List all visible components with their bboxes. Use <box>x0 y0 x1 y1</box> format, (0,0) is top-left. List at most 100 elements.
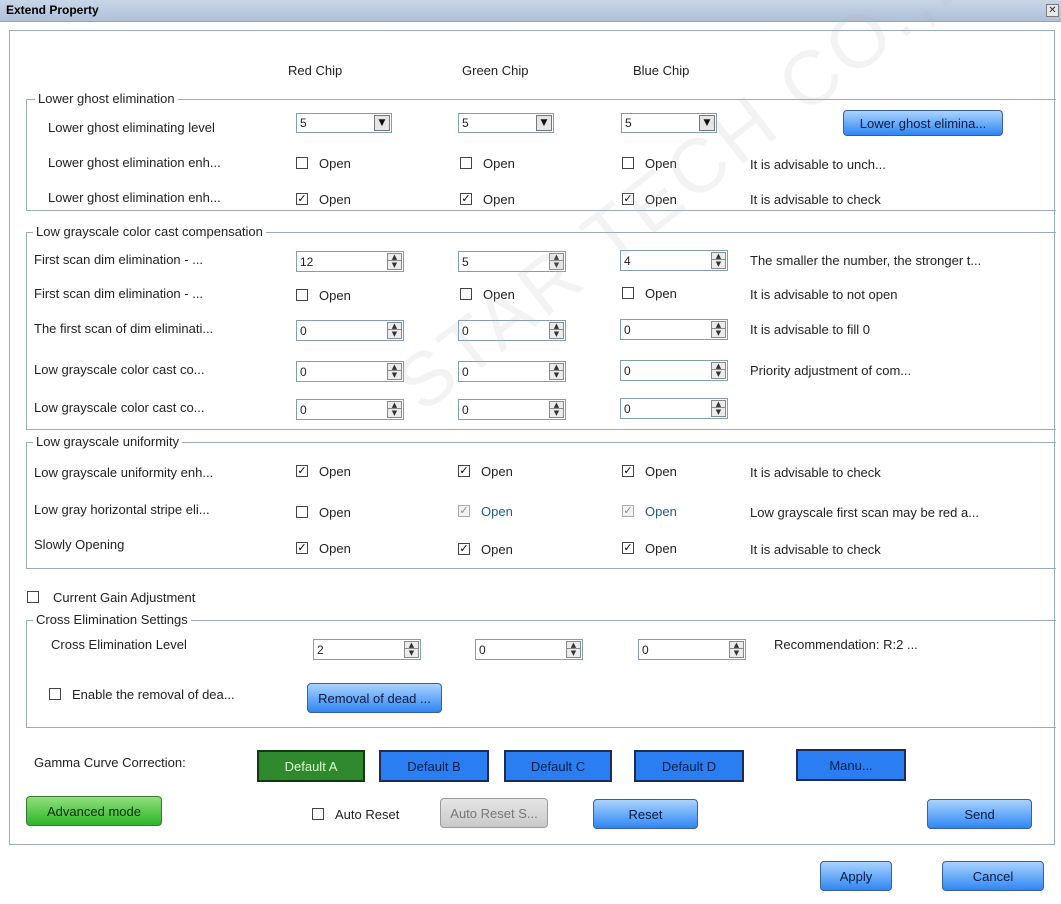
arrow-up-icon[interactable]: ▲ <box>712 401 725 408</box>
lower-ghost-enh1-green-checkbox[interactable]: Open <box>460 156 540 172</box>
compensation-row4-blue-spinbox[interactable]: 0 ▲ ▼ <box>620 360 728 381</box>
compensation-row3-red-spinbox[interactable]: 0 ▲ ▼ <box>296 320 404 341</box>
arrow-down-icon[interactable]: ▼ <box>712 371 725 378</box>
gamma-default-d-button[interactable]: Default D <box>634 750 744 782</box>
uniformity-row3-green-checkbox[interactable]: ✓ Open <box>458 542 538 558</box>
arrow-up-icon[interactable]: ▲ <box>730 642 743 649</box>
gamma-manu-button[interactable]: Manu... <box>796 749 906 781</box>
arrow-up-icon[interactable]: ▲ <box>712 322 725 329</box>
arrow-down-icon[interactable]: ▼ <box>712 330 725 337</box>
arrow-down-icon[interactable]: ▼ <box>712 409 725 416</box>
checkbox-box[interactable] <box>296 506 308 518</box>
arrow-down-icon[interactable]: ▼ <box>567 650 580 657</box>
arrow-down-icon[interactable]: ▼ <box>550 262 563 269</box>
uniformity-row3-red-checkbox[interactable]: ✓ Open <box>296 541 376 557</box>
arrow-up-icon[interactable]: ▲ <box>388 364 401 371</box>
arrow-down-icon[interactable]: ▼ <box>712 261 725 268</box>
checkbox-box[interactable] <box>296 289 308 301</box>
check-icon[interactable]: ✓ <box>458 465 470 477</box>
check-icon[interactable]: ✓ <box>296 193 308 205</box>
spin-buttons[interactable]: ▲ ▼ <box>404 641 419 658</box>
arrow-down-icon[interactable]: ▼ <box>388 372 401 379</box>
cross-level-green-spinbox[interactable]: 0 ▲ ▼ <box>475 639 583 660</box>
arrow-down-icon[interactable]: ▼ <box>388 262 401 269</box>
arrow-down-icon[interactable]: ▼ <box>550 410 563 417</box>
lower-ghost-level-blue-select[interactable]: 5 ▼ <box>621 113 717 133</box>
spin-buttons[interactable]: ▲ ▼ <box>549 253 564 270</box>
check-icon[interactable]: ✓ <box>622 542 634 554</box>
checkbox-box[interactable] <box>296 157 308 169</box>
cancel-button[interactable]: Cancel <box>942 861 1044 891</box>
spin-buttons[interactable]: ▲ ▼ <box>711 400 726 417</box>
lower-ghost-enh1-red-checkbox[interactable]: Open <box>296 156 376 172</box>
compensation-row5-red-spinbox[interactable]: 0 ▲ ▼ <box>296 399 404 420</box>
spin-buttons[interactable]: ▲ ▼ <box>387 401 402 418</box>
gamma-default-b-button[interactable]: Default B <box>379 750 489 782</box>
gamma-default-c-button[interactable]: Default C <box>504 750 612 782</box>
cross-level-red-spinbox[interactable]: 2 ▲ ▼ <box>313 639 421 660</box>
compensation-row2-green-checkbox[interactable]: Open <box>460 287 540 303</box>
spin-buttons[interactable]: ▲ ▼ <box>566 641 581 658</box>
spin-buttons[interactable]: ▲ ▼ <box>387 322 402 339</box>
compensation-row5-blue-spinbox[interactable]: 0 ▲ ▼ <box>620 398 728 419</box>
checkbox-box[interactable] <box>460 288 472 300</box>
compensation-row3-blue-spinbox[interactable]: 0 ▲ ▼ <box>620 319 728 340</box>
lower-ghost-level-red-select[interactable]: 5 ▼ <box>296 113 392 133</box>
uniformity-row2-red-checkbox[interactable]: Open <box>296 505 376 521</box>
arrow-up-icon[interactable]: ▲ <box>550 402 563 409</box>
check-icon[interactable]: ✓ <box>622 465 634 477</box>
arrow-up-icon[interactable]: ▲ <box>550 254 563 261</box>
spin-buttons[interactable]: ▲ ▼ <box>711 321 726 338</box>
uniformity-row1-green-checkbox[interactable]: ✓ Open <box>458 464 538 480</box>
arrow-up-icon[interactable]: ▲ <box>388 402 401 409</box>
lower-ghost-enh2-blue-checkbox[interactable]: ✓ Open <box>622 192 702 208</box>
checkbox-box[interactable] <box>27 591 39 603</box>
arrow-down-icon[interactable]: ▼ <box>405 650 418 657</box>
checkbox-box[interactable] <box>460 157 472 169</box>
apply-button[interactable]: Apply <box>820 861 892 891</box>
arrow-up-icon[interactable]: ▲ <box>405 642 418 649</box>
checkbox-box[interactable] <box>622 287 634 299</box>
compensation-row1-blue-spinbox[interactable]: 4 ▲ ▼ <box>620 250 728 271</box>
checkbox-box[interactable] <box>49 688 61 700</box>
arrow-up-icon[interactable]: ▲ <box>550 364 563 371</box>
arrow-down-icon[interactable]: ▼ <box>730 650 743 657</box>
compensation-row1-green-spinbox[interactable]: 5 ▲ ▼ <box>458 251 566 272</box>
checkbox-box[interactable] <box>622 157 634 169</box>
arrow-up-icon[interactable]: ▲ <box>550 323 563 330</box>
checkbox-box[interactable] <box>312 808 324 820</box>
arrow-up-icon[interactable]: ▲ <box>712 363 725 370</box>
lower-ghost-enh2-red-checkbox[interactable]: ✓ Open <box>296 192 376 208</box>
compensation-row4-green-spinbox[interactable]: 0 ▲ ▼ <box>458 361 566 382</box>
compensation-row3-green-spinbox[interactable]: 0 ▲ ▼ <box>458 320 566 341</box>
spin-buttons[interactable]: ▲ ▼ <box>549 322 564 339</box>
check-icon[interactable]: ✓ <box>296 465 308 477</box>
spin-buttons[interactable]: ▲ ▼ <box>387 253 402 270</box>
send-button[interactable]: Send <box>927 799 1032 829</box>
close-icon[interactable]: ✕ <box>1046 4 1059 17</box>
lower-ghost-enh2-green-checkbox[interactable]: ✓ Open <box>460 192 540 208</box>
compensation-row4-red-spinbox[interactable]: 0 ▲ ▼ <box>296 361 404 382</box>
lower-ghost-enh1-blue-checkbox[interactable]: Open <box>622 156 702 172</box>
chevron-down-icon[interactable]: ▼ <box>374 115 390 131</box>
spin-buttons[interactable]: ▲ ▼ <box>549 363 564 380</box>
current-gain-checkbox[interactable]: Current Gain Adjustment <box>27 590 247 606</box>
compensation-row2-blue-checkbox[interactable]: Open <box>622 286 702 302</box>
enable-dead-removal-checkbox[interactable]: Enable the removal of dea... <box>49 687 269 703</box>
arrow-up-icon[interactable]: ▲ <box>567 642 580 649</box>
arrow-down-icon[interactable]: ▼ <box>388 331 401 338</box>
gamma-default-a-button[interactable]: Default A <box>257 750 365 782</box>
arrow-down-icon[interactable]: ▼ <box>388 410 401 417</box>
check-icon[interactable]: ✓ <box>622 193 634 205</box>
spin-buttons[interactable]: ▲ ▼ <box>711 252 726 269</box>
removal-of-dead-button[interactable]: Removal of dead ... <box>307 683 442 713</box>
check-icon[interactable]: ✓ <box>296 542 308 554</box>
arrow-down-icon[interactable]: ▼ <box>550 331 563 338</box>
spin-buttons[interactable]: ▲ ▼ <box>729 641 744 658</box>
lower-ghost-elimination-button[interactable]: Lower ghost elimina... <box>843 110 1003 136</box>
lower-ghost-level-green-select[interactable]: 5 ▼ <box>458 113 554 133</box>
chevron-down-icon[interactable]: ▼ <box>536 115 552 131</box>
cross-level-blue-spinbox[interactable]: 0 ▲ ▼ <box>638 639 746 660</box>
uniformity-row1-blue-checkbox[interactable]: ✓ Open <box>622 464 702 480</box>
uniformity-row3-blue-checkbox[interactable]: ✓ Open <box>622 541 702 557</box>
